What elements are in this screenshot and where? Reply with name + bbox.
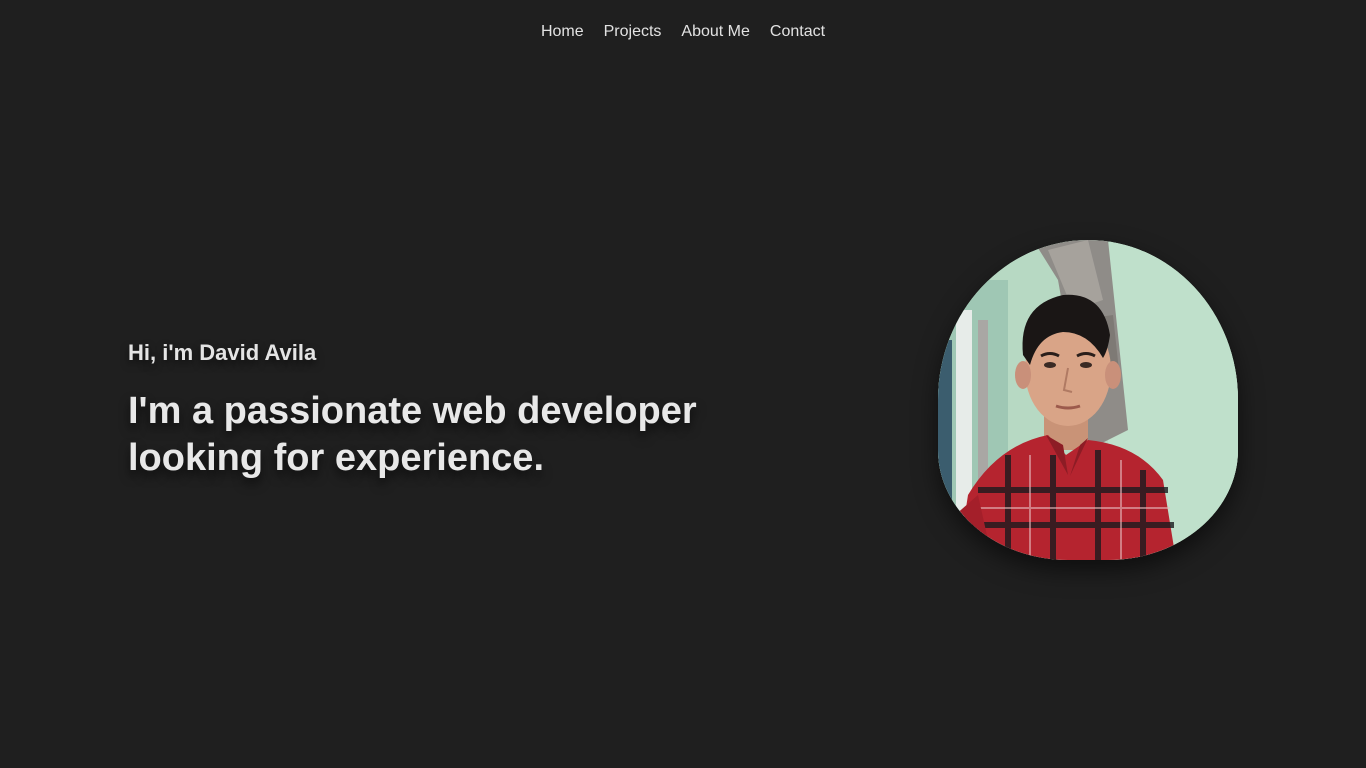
top-nav: Home Projects About Me Contact (0, 0, 1366, 64)
nav-about-link[interactable]: About Me (681, 22, 749, 42)
nav-projects-link[interactable]: Projects (604, 22, 662, 42)
hero-headline: I'm a passionate web developer looking f… (128, 388, 828, 482)
hero-headline-line2: looking for experience. (128, 437, 544, 479)
hero-headline-line1: I'm a passionate web developer (128, 390, 697, 432)
profile-photo-illustration (938, 240, 1238, 560)
profile-photo (938, 240, 1238, 560)
hero-greeting: Hi, i'm David Avila (128, 340, 317, 365)
nav-home-link[interactable]: Home (541, 22, 584, 42)
page: Home Projects About Me Contact Hi, i'm D… (0, 0, 1366, 768)
nav-contact-link[interactable]: Contact (770, 22, 825, 42)
hero-section: Hi, i'm David Avila I'm a passionate web… (128, 336, 828, 482)
